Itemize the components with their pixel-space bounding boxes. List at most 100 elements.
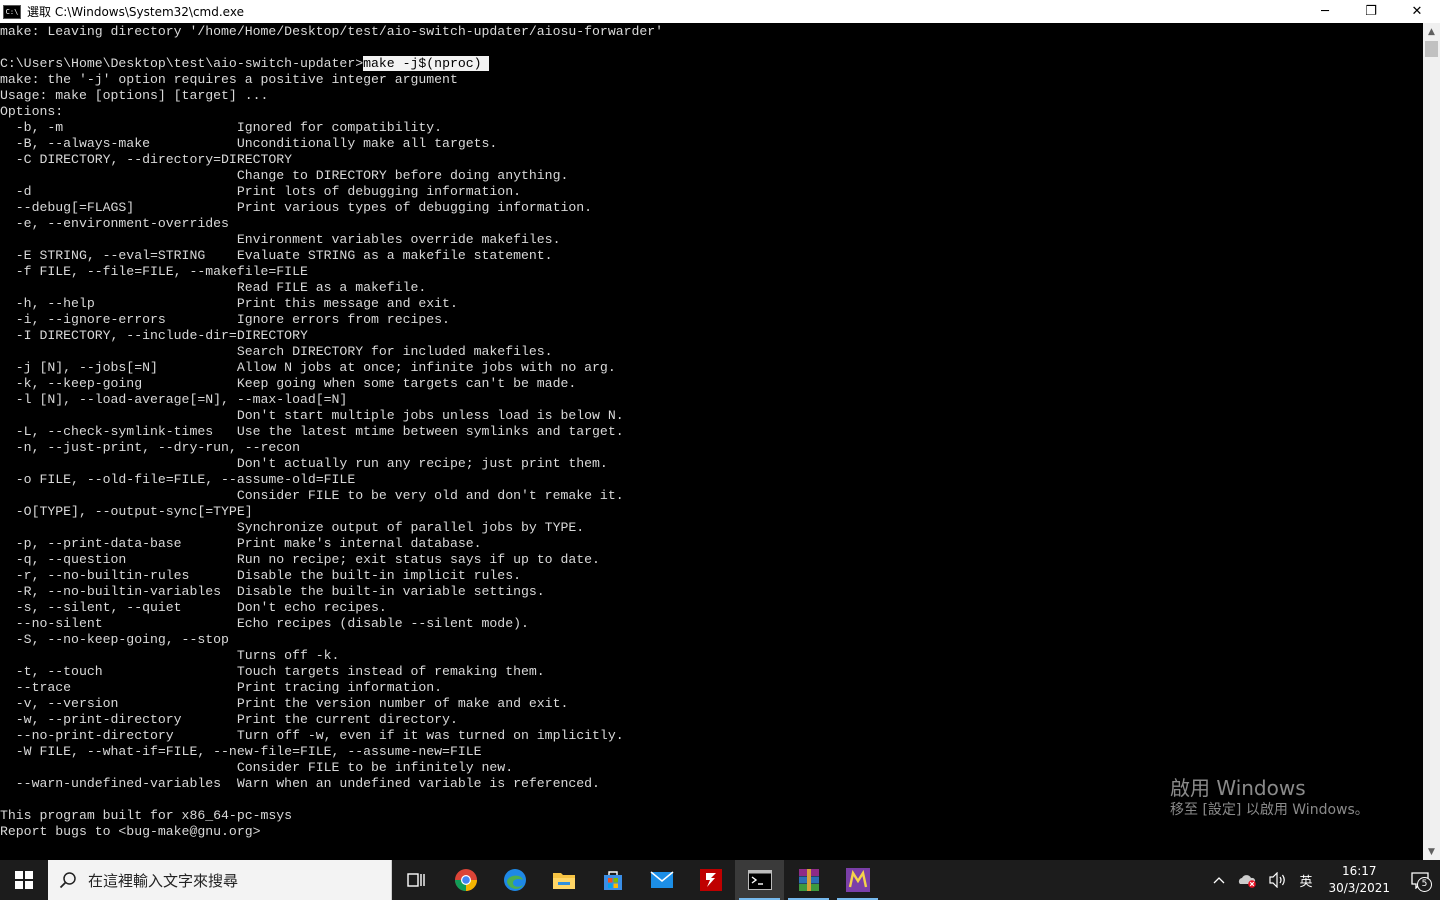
action-center-button[interactable]: 5 [1400,860,1440,900]
edge-icon [503,869,526,891]
console-line: -e, --environment-overrides [0,216,229,231]
search-icon [48,860,88,900]
window-controls: ─ ❐ ✕ [1302,0,1440,23]
console-line: -o FILE, --old-file=FILE, --assume-old=F… [0,472,356,487]
console-line: -O[TYPE], --output-sync[=TYPE] [0,504,253,519]
console-scrollbar[interactable]: ▲ ▼ [1423,23,1440,860]
console-line: Consider FILE to be infinitely new. [0,760,514,775]
taskbar-store[interactable] [588,860,637,900]
taskbar: 在這裡輸入文字來搜尋 英 16:17 30/3/2021 5 [0,860,1440,900]
console-line: --debug[=FLAGS] Print various types of d… [0,200,593,215]
console-line: Don't start multiple jobs unless load is… [0,408,624,423]
taskbar-mail[interactable] [637,860,686,900]
console-line: This program built for x86_64-pc-msys [0,808,293,823]
close-button[interactable]: ✕ [1394,0,1440,23]
console-line: -S, --no-keep-going, --stop [0,632,229,647]
start-button[interactable] [0,860,48,900]
taskbar-clock[interactable]: 16:17 30/3/2021 [1318,863,1400,897]
console-line: Change to DIRECTORY before doing anythin… [0,168,569,183]
console-line: -B, --always-make Unconditionally make a… [0,136,498,151]
windows-logo-icon [15,871,33,889]
console-line: Usage: make [options] [target] ... [0,88,269,103]
watermark-subtitle: 移至 [設定] 以啟用 Windows。 [1170,802,1369,818]
app-m-icon [845,868,870,892]
console-line: -w, --print-directory Print the current … [0,712,458,727]
input-method-indicator[interactable]: 英 [1293,860,1318,900]
cmd-app-icon: C:\ [3,4,21,19]
console-line: -I DIRECTORY, --include-dir=DIRECTORY [0,328,308,343]
console-line: C:\Users\Home\Desktop\test\aio-switch-up… [0,56,490,72]
console-line: -d Print lots of debugging information. [0,184,521,199]
mail-icon [650,871,673,888]
console-line: Consider FILE to be very old and don't r… [0,488,624,503]
volume-icon[interactable] [1263,860,1293,900]
console-line: make: Leaving directory '/home/Home/Desk… [0,24,664,39]
console-line: -t, --touch Touch targets instead of rem… [0,664,545,679]
cmd-icon [747,870,772,890]
chrome-icon [454,869,477,891]
taskbar-search-box[interactable]: 在這裡輸入文字來搜尋 [48,860,392,900]
console-line: -h, --help Print this message and exit. [0,296,458,311]
console-line: Search DIRECTORY for included makefiles. [0,344,553,359]
console-line: -k, --keep-going Keep going when some ta… [0,376,577,391]
console-line: -l [N], --load-average[=N], --max-load[=… [0,392,348,407]
console-line: -r, --no-builtin-rules Disable the built… [0,568,521,583]
console-line: Options: [0,104,64,119]
watermark-title: 啟用 Windows [1170,776,1306,800]
taskbar-file-explorer[interactable] [539,860,588,900]
filezilla-icon [699,869,722,891]
taskbar-filezilla[interactable] [686,860,735,900]
console-line: Report bugs to <bug-make@gnu.org> [0,824,261,839]
notification-count-badge: 5 [1417,877,1432,892]
console-line: -R, --no-builtin-variables Disable the b… [0,584,545,599]
console-line: -b, -m Ignored for compatibility. [0,120,443,135]
activate-windows-watermark: 啟用 Windows 移至 [設定] 以啟用 Windows。 [1170,775,1369,819]
scroll-up-arrow-icon[interactable]: ▲ [1423,23,1440,40]
maximize-button[interactable]: ❐ [1348,0,1394,23]
store-icon [603,871,622,890]
taskbar-app-m[interactable] [833,860,882,900]
console-line: -C DIRECTORY, --directory=DIRECTORY [0,152,293,167]
taskbar-winrar[interactable] [784,860,833,900]
console-line: -L, --check-symlink-times Use the latest… [0,424,624,439]
console-line: -s, --silent, --quiet Don't echo recipes… [0,600,387,615]
console-prompt: C:\Users\Home\Desktop\test\aio-switch-up… [0,56,364,71]
clock-date: 30/3/2021 [1328,881,1390,895]
console-line: -E STRING, --eval=STRING Evaluate STRING… [0,248,553,263]
minimize-button[interactable]: ─ [1302,0,1348,23]
console-line: -n, --just-print, --dry-run, --recon [0,440,300,455]
console-line: -j [N], --jobs[=N] Allow N jobs at once;… [0,360,616,375]
folder-icon [552,873,575,889]
window-title: 選取 C:\Windows\System32\cmd.exe [27,5,244,19]
console-line: --no-print-directory Turn off -w, even i… [0,728,624,743]
console-line: Turns off -k. [0,648,340,663]
search-placeholder: 在這裡輸入文字來搜尋 [88,871,239,890]
console-line: --warn-undefined-variables Warn when an … [0,776,600,791]
console-line: -W FILE, --what-if=FILE, --new-file=FILE… [0,744,482,759]
console-line: Environment variables override makefiles… [0,232,561,247]
console-line: -v, --version Print the version number o… [0,696,569,711]
taskbar-chrome[interactable] [441,860,490,900]
scrollbar-thumb[interactable] [1425,41,1438,57]
console-line: -f FILE, --file=FILE, --makefile=FILE [0,264,308,279]
console-line: -q, --question Run no recipe; exit statu… [0,552,600,567]
console-line: make: the '-j' option requires a positiv… [0,72,458,87]
console-line: -p, --print-data-base Print make's inter… [0,536,482,551]
console-line: Don't actually run any recipe; just prin… [0,456,608,471]
taskbar-command-prompt[interactable] [735,860,784,900]
console-line: -i, --ignore-errors Ignore errors from r… [0,312,450,327]
task-view-icon [406,873,425,887]
console-line: --no-silent Echo recipes (disable --sile… [0,616,529,631]
system-tray: 英 16:17 30/3/2021 5 [1207,860,1440,900]
console-output[interactable]: make: Leaving directory '/home/Home/Desk… [0,23,1423,860]
winrar-icon [798,869,819,891]
selected-command-text[interactable]: make -j$(nproc) [363,56,490,71]
show-hidden-icons-chevron-icon[interactable] [1207,860,1231,900]
console-line: Read FILE as a makefile. [0,280,427,295]
clock-time: 16:17 [1341,864,1377,878]
taskbar-task-view[interactable] [392,860,441,900]
taskbar-edge[interactable] [490,860,539,900]
window-titlebar[interactable]: C:\ 選取 C:\Windows\System32\cmd.exe ─ ❐ ✕ [0,0,1440,23]
onedrive-error-icon[interactable] [1231,860,1263,900]
scroll-down-arrow-icon[interactable]: ▼ [1423,843,1440,860]
